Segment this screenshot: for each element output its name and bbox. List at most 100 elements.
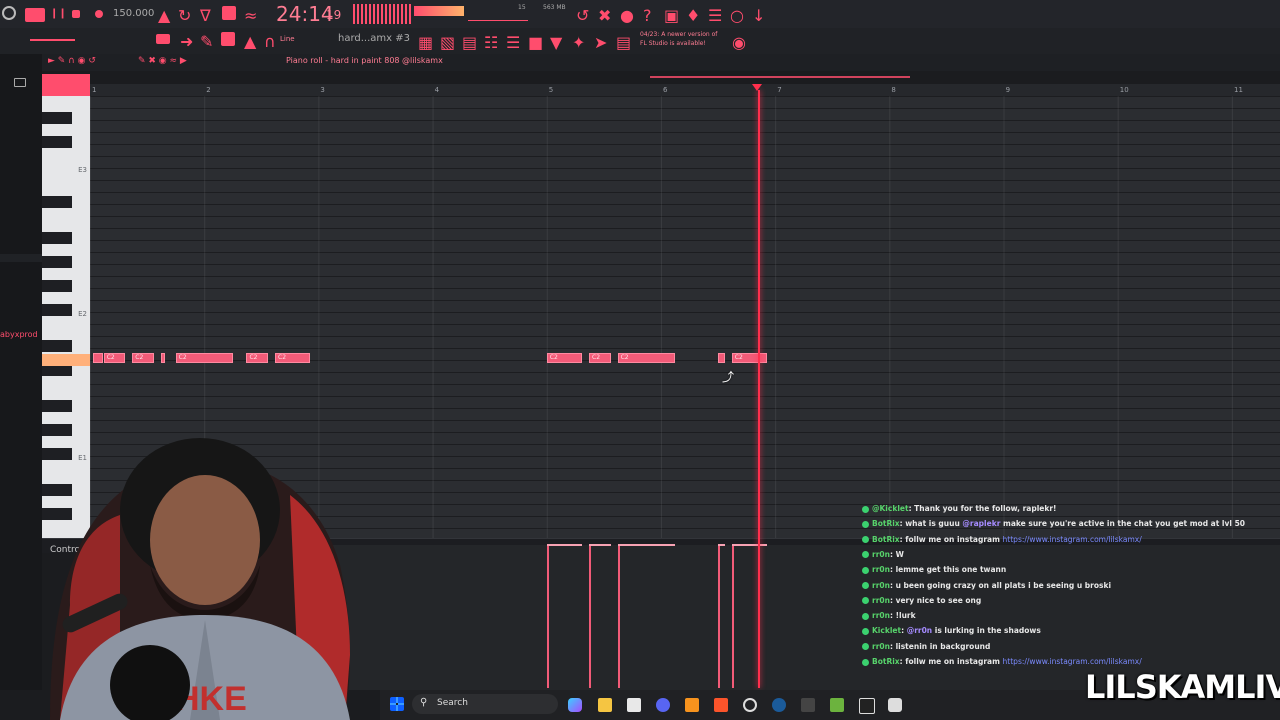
paint-tool-icon[interactable]: [221, 32, 235, 46]
brave-icon[interactable]: [714, 698, 728, 712]
undo-icon[interactable]: ↺: [576, 6, 590, 25]
chatgpt-icon[interactable]: [743, 698, 757, 712]
file-explorer-icon[interactable]: [598, 698, 612, 712]
cut-icon[interactable]: ✖: [598, 6, 612, 25]
chat-mention[interactable]: @raplekr: [962, 519, 1000, 528]
plugin-database-icon[interactable]: ■: [528, 33, 543, 52]
mic-icon[interactable]: ●: [620, 6, 634, 25]
plugin-icon[interactable]: ♦: [686, 6, 700, 25]
chat-username[interactable]: @Kicklet: [872, 504, 909, 513]
minecraft-icon[interactable]: [830, 698, 844, 712]
master-volume-slider[interactable]: [30, 39, 75, 41]
loop-record-icon[interactable]: ↻: [178, 6, 192, 25]
step-edit-icon[interactable]: [156, 34, 170, 44]
pattern-selector[interactable]: hard...amx #3: [338, 33, 410, 44]
chat-username[interactable]: BotRix: [872, 657, 900, 666]
chat-username[interactable]: BotRix: [872, 519, 900, 528]
chat-username[interactable]: rr0n: [872, 611, 890, 620]
song-mode-button[interactable]: [25, 8, 45, 22]
ruler-bar-11[interactable]: 11: [1234, 86, 1243, 94]
ruler-bar-2[interactable]: 2: [206, 86, 210, 94]
chat-username[interactable]: rr0n: [872, 596, 890, 605]
tempo-display[interactable]: 150.000: [113, 8, 154, 19]
save-icon[interactable]: ▣: [664, 6, 679, 25]
velocity-bar[interactable]: [718, 545, 721, 688]
countdown-icon[interactable]: ∇: [200, 6, 214, 25]
help-icon[interactable]: ?: [643, 6, 657, 25]
ruler-bar-9[interactable]: 9: [1006, 86, 1010, 94]
fl-studio-icon[interactable]: [685, 698, 699, 712]
discord-icon[interactable]: [656, 698, 670, 712]
browser-icon[interactable]: ☰: [506, 33, 520, 52]
mixer-icon[interactable]: ☰: [708, 6, 722, 25]
update-icon[interactable]: ◉: [732, 33, 746, 52]
store-icon[interactable]: [627, 698, 641, 712]
channel-rack-icon[interactable]: ▤: [462, 33, 477, 52]
edit-tools-icon[interactable]: ✎ ✖ ◉ ≈ ▶: [138, 56, 187, 66]
mixer-toggle-icon[interactable]: ☷: [484, 33, 498, 52]
midi-note[interactable]: C2: [132, 353, 154, 363]
capcut-icon[interactable]: [859, 698, 875, 714]
blend-icon[interactable]: ≈: [244, 6, 258, 25]
news-icon[interactable]: ▤: [616, 33, 631, 52]
velocity-bar[interactable]: [546, 545, 549, 688]
taskbar-search[interactable]: ⚲ Search: [412, 694, 558, 714]
plugin-picker-icon[interactable]: ▼: [550, 33, 564, 52]
obs-icon[interactable]: [888, 698, 902, 712]
velocity-bar[interactable]: [617, 545, 620, 688]
arrow-right-icon[interactable]: ➜: [180, 32, 194, 51]
metronome-icon[interactable]: ▲: [158, 6, 172, 25]
chat-link[interactable]: https://www.instagram.com/lilskamx/: [1003, 535, 1142, 544]
playhead-marker[interactable]: [752, 84, 762, 91]
ruler-bar-4[interactable]: 4: [435, 86, 439, 94]
midi-note[interactable]: C2: [617, 353, 675, 363]
midi-note[interactable]: C2: [546, 353, 583, 363]
ruler-bar-3[interactable]: 3: [320, 86, 324, 94]
ruler-bar-10[interactable]: 10: [1120, 86, 1129, 94]
midi-note[interactable]: C2: [103, 353, 126, 363]
chat-username[interactable]: BotRix: [872, 535, 900, 544]
chat-username[interactable]: rr0n: [872, 565, 890, 574]
chat-link[interactable]: https://www.instagram.com/lilskamx/: [1003, 657, 1142, 666]
playhead[interactable]: [758, 90, 761, 688]
chat-username[interactable]: rr0n: [872, 581, 890, 590]
copilot-icon[interactable]: [568, 698, 582, 712]
pause-icon[interactable]: ❙❙: [50, 8, 67, 22]
chat-username[interactable]: rr0n: [872, 642, 890, 651]
windows-start-icon[interactable]: [390, 697, 404, 711]
chat-icon[interactable]: ○: [730, 6, 744, 25]
midi-note[interactable]: C2: [175, 353, 233, 363]
app-icon[interactable]: [801, 698, 815, 712]
tools-icon[interactable]: ✦: [572, 33, 586, 52]
steam-icon[interactable]: [772, 698, 786, 712]
ruler-bar-5[interactable]: 5: [549, 86, 553, 94]
midi-note[interactable]: C2: [275, 353, 311, 363]
pencil-tool-icon[interactable]: ✎: [200, 32, 214, 51]
chat-username[interactable]: Kicklet: [872, 626, 901, 635]
ruler-bar-7[interactable]: 7: [777, 86, 781, 94]
snap-mode-select[interactable]: Line: [280, 35, 295, 43]
ruler-bar-1[interactable]: 1: [92, 86, 96, 94]
chat-username[interactable]: rr0n: [872, 550, 890, 559]
midi-note[interactable]: [718, 353, 725, 363]
scroll-overview[interactable]: [650, 76, 910, 78]
magnet-icon[interactable]: ∩: [264, 32, 278, 51]
ruler-bar-8[interactable]: 8: [891, 86, 895, 94]
midi-note[interactable]: C2: [589, 353, 611, 363]
stop-icon[interactable]: [72, 10, 80, 18]
stamp-icon[interactable]: ▲: [244, 32, 258, 51]
chat-mention[interactable]: @rr0n: [907, 626, 932, 635]
folder-icon[interactable]: [14, 78, 26, 87]
download-icon[interactable]: ↓: [752, 6, 766, 25]
midi-note[interactable]: [93, 353, 103, 363]
record-icon[interactable]: [95, 10, 103, 18]
tools-menu-icon[interactable]: ► ✎ ∩ ◉ ↺: [48, 56, 96, 66]
midi-note[interactable]: C2: [246, 353, 269, 363]
ruler-bar-6[interactable]: 6: [663, 86, 667, 94]
piano-roll-icon[interactable]: ▧: [440, 33, 455, 52]
velocity-bar[interactable]: [731, 545, 734, 688]
midi-note[interactable]: [160, 353, 166, 363]
playlist-icon[interactable]: ▦: [418, 33, 433, 52]
midi-note[interactable]: C2: [731, 353, 768, 363]
fl-logo-icon[interactable]: [2, 6, 16, 20]
